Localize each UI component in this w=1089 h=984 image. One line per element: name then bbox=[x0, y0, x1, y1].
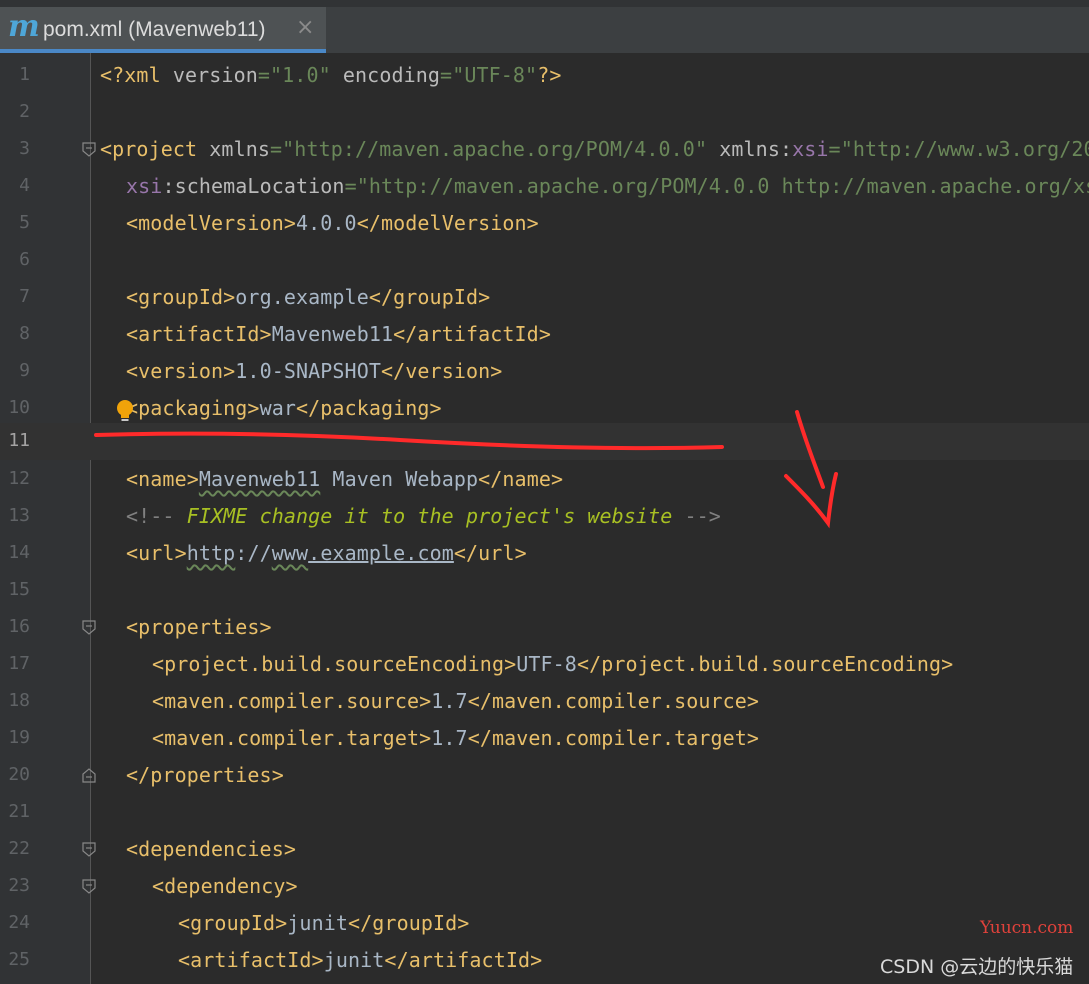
fold-marker-icon[interactable] bbox=[82, 142, 96, 157]
line-number: 21 bbox=[8, 801, 30, 822]
code-text: <modelVersion>4.0.0</modelVersion> bbox=[126, 211, 539, 235]
watermark-site: Yuucn.com bbox=[980, 918, 1074, 938]
code-text: <groupId>junit</groupId> bbox=[178, 911, 470, 935]
code-line: 20 </properties> bbox=[0, 757, 1089, 794]
line-number: 1 bbox=[19, 64, 30, 85]
line-number: 18 bbox=[8, 690, 30, 711]
code-line: 8 <artifactId>Mavenweb11</artifactId> bbox=[0, 316, 1089, 353]
fold-marker-icon[interactable] bbox=[82, 879, 96, 894]
code-line: 23 <dependency> bbox=[0, 868, 1089, 905]
tab-pom-xml[interactable]: m pom.xml (Mavenweb11) × bbox=[0, 7, 326, 53]
code-line: 19 <maven.compiler.target>1.7</maven.com… bbox=[0, 720, 1089, 757]
line-number: 6 bbox=[19, 249, 30, 270]
line-number: 11 bbox=[8, 430, 30, 451]
code-text: <?xml version="1.0" encoding="UTF-8"?> bbox=[100, 63, 562, 87]
code-line: 7 <groupId>org.example</groupId> bbox=[0, 279, 1089, 316]
code-line: 24 <groupId>junit</groupId> bbox=[0, 905, 1089, 942]
line-number: 15 bbox=[8, 579, 30, 600]
fold-marker-icon[interactable] bbox=[82, 842, 96, 857]
line-number: 23 bbox=[8, 875, 30, 896]
code-line: 10 <packaging>war</packaging> bbox=[0, 390, 1089, 427]
code-text: <maven.compiler.source>1.7</maven.compil… bbox=[152, 689, 760, 713]
code-line: 5 <modelVersion>4.0.0</modelVersion> bbox=[0, 205, 1089, 242]
code-text: <project xmlns="http://maven.apache.org/… bbox=[100, 137, 1089, 161]
line-number: 4 bbox=[19, 175, 30, 196]
fold-marker-icon[interactable] bbox=[82, 620, 96, 635]
line-number: 25 bbox=[8, 949, 30, 970]
line-number: 17 bbox=[8, 653, 30, 674]
code-text: <dependencies> bbox=[126, 837, 296, 861]
line-number: 9 bbox=[19, 360, 30, 381]
line-number: 14 bbox=[8, 542, 30, 563]
code-line: 18 <maven.compiler.source>1.7</maven.com… bbox=[0, 683, 1089, 720]
code-text: <dependency> bbox=[152, 874, 298, 898]
code-line: 12 <name>Mavenweb11 Maven Webapp</name> bbox=[0, 461, 1089, 498]
code-text: <version>1.0-SNAPSHOT</version> bbox=[126, 359, 503, 383]
watermark-credit: CSDN @云边的快乐猫 bbox=[880, 956, 1074, 978]
code-line: 21 bbox=[0, 794, 1089, 831]
code-text: <packaging>war</packaging> bbox=[126, 396, 442, 420]
line-number: 24 bbox=[8, 912, 30, 933]
line-number: 5 bbox=[19, 212, 30, 233]
line-number: 12 bbox=[8, 468, 30, 489]
code-editor[interactable]: 1 <?xml version="1.0" encoding="UTF-8"?>… bbox=[0, 53, 1089, 984]
code-line: 17 <project.build.sourceEncoding>UTF-8</… bbox=[0, 646, 1089, 683]
code-text: <artifactId>junit</artifactId> bbox=[178, 948, 543, 972]
code-line: 6 bbox=[0, 242, 1089, 279]
line-number: 20 bbox=[8, 764, 30, 785]
code-text: <name>Mavenweb11 Maven Webapp</name> bbox=[126, 467, 564, 491]
code-text: <properties> bbox=[126, 615, 272, 639]
code-line: 3 <project xmlns="http://maven.apache.or… bbox=[0, 131, 1089, 168]
fold-end-icon[interactable] bbox=[82, 768, 96, 783]
code-line: 2 bbox=[0, 94, 1089, 131]
code-text: <groupId>org.example</groupId> bbox=[126, 285, 491, 309]
code-line: 14 <url>http://www.example.com</url> bbox=[0, 535, 1089, 572]
lightbulb-icon[interactable] bbox=[114, 398, 136, 424]
line-number: 16 bbox=[8, 616, 30, 637]
code-line-current: 11 bbox=[0, 423, 1089, 460]
code-line: 13 <!-- FIXME change it to the project's… bbox=[0, 498, 1089, 535]
code-comment: <!-- FIXME change it to the project's we… bbox=[126, 504, 721, 528]
code-line: 16 <properties> bbox=[0, 609, 1089, 646]
line-number: 10 bbox=[8, 397, 30, 418]
code-text: </properties> bbox=[126, 763, 284, 787]
code-text: <artifactId>Mavenweb11</artifactId> bbox=[126, 322, 551, 346]
code-text: <url>http://www.example.com</url> bbox=[126, 541, 527, 565]
code-text: xsi:schemaLocation="http://maven.apache.… bbox=[126, 174, 1089, 198]
editor-tab-bar: m pom.xml (Mavenweb11) × bbox=[0, 0, 1089, 53]
line-number: 2 bbox=[19, 101, 30, 122]
line-number: 3 bbox=[19, 138, 30, 159]
code-text: <project.build.sourceEncoding>UTF-8</pro… bbox=[152, 652, 954, 676]
code-line: 4 xsi:schemaLocation="http://maven.apach… bbox=[0, 168, 1089, 205]
close-icon[interactable]: × bbox=[296, 15, 314, 40]
code-line: 1 <?xml version="1.0" encoding="UTF-8"?> bbox=[0, 57, 1089, 94]
code-line: 15 bbox=[0, 572, 1089, 609]
code-text: <maven.compiler.target>1.7</maven.compil… bbox=[152, 726, 760, 750]
code-line: 22 <dependencies> bbox=[0, 831, 1089, 868]
line-number: 13 bbox=[8, 505, 30, 526]
line-number: 22 bbox=[8, 838, 30, 859]
line-number: 19 bbox=[8, 727, 30, 748]
line-number: 7 bbox=[19, 286, 30, 307]
tab-title: pom.xml (Mavenweb11) bbox=[43, 18, 266, 41]
maven-icon: m bbox=[8, 9, 40, 44]
line-number: 8 bbox=[19, 323, 30, 344]
code-line: 9 <version>1.0-SNAPSHOT</version> bbox=[0, 353, 1089, 390]
